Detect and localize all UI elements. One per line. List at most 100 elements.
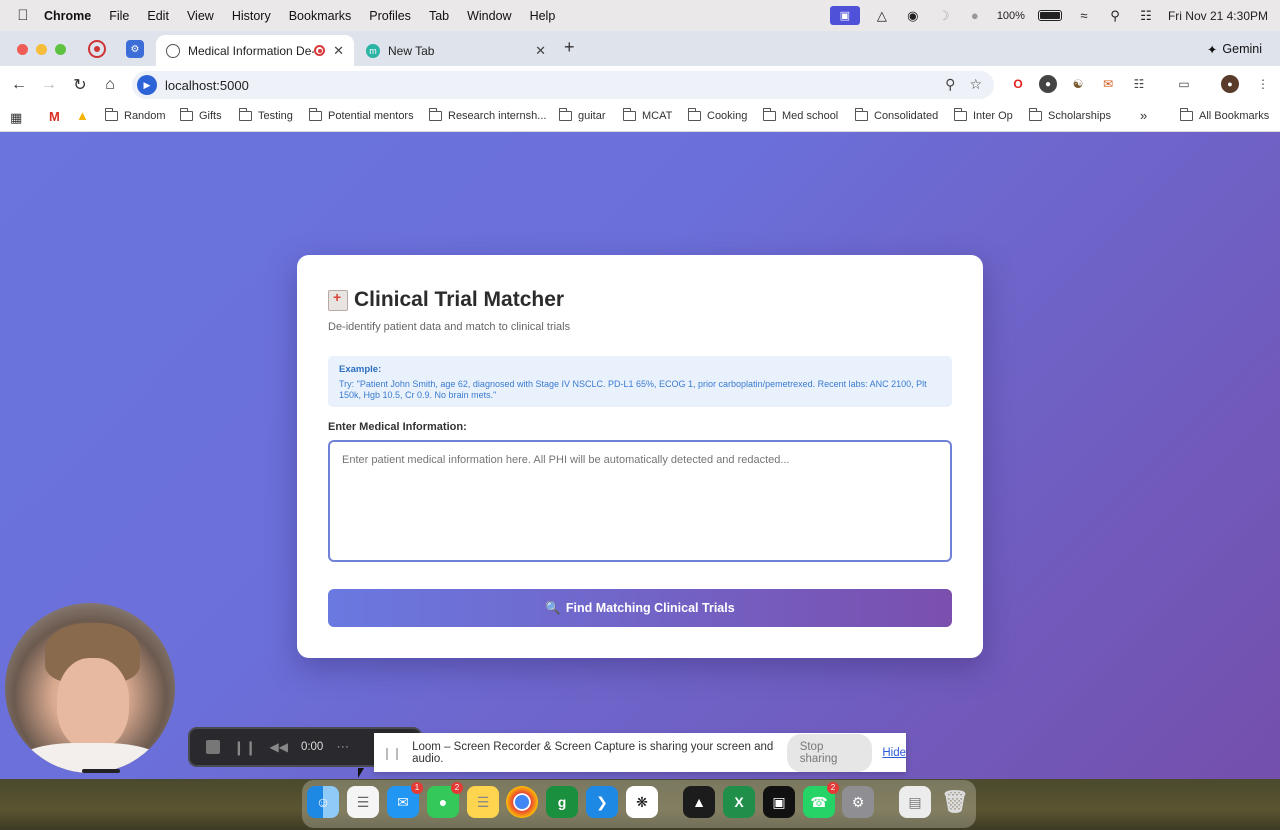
gemini-button[interactable]: ✦ Gemini — [1199, 38, 1270, 60]
minimize-window-button[interactable] — [36, 44, 47, 55]
apps-grid-icon[interactable]: ▦ — [10, 110, 22, 126]
notes-icon[interactable]: ☰ — [467, 786, 499, 818]
extension-icon[interactable]: ☯ — [1069, 75, 1087, 93]
find-trials-button[interactable]: 🔍 Find Matching Clinical Trials — [328, 589, 952, 627]
new-tab-plus-icon[interactable]: + — [564, 37, 575, 58]
reload-icon[interactable]: ↻ — [70, 75, 90, 95]
profile-avatar[interactable]: ● — [1221, 75, 1239, 93]
messages-badge: 2 — [451, 782, 463, 794]
bookmark-gifts[interactable]: Gifts — [180, 108, 222, 122]
bookmark-mcat[interactable]: MCAT — [623, 108, 672, 122]
tab-medical-info[interactable]: Medical Information De-id ✕ — [156, 35, 354, 66]
chrome-menu-icon[interactable]: ⋮ — [1254, 75, 1272, 93]
spotlight-search-icon[interactable]: ⚲ — [1106, 7, 1124, 25]
system-settings-icon[interactable]: ⚙ — [842, 786, 874, 818]
drag-grip-icon[interactable]: ❙❙ — [382, 746, 402, 760]
menu-app-name[interactable]: Chrome — [44, 9, 91, 23]
downloads-stack-icon[interactable]: ▤ — [899, 786, 931, 818]
megaphone-icon[interactable]: ✉ — [1099, 75, 1117, 93]
zoom-magnifier-icon[interactable]: ⚲ — [945, 76, 955, 93]
back-arrow-icon[interactable]: ← — [9, 75, 29, 95]
drag-grid-icon[interactable]: ⋯ — [336, 739, 349, 755]
grammarly-icon[interactable]: ◉ — [904, 7, 922, 25]
bookmark-research-internships[interactable]: Research internsh... — [429, 108, 546, 122]
address-url[interactable]: localhost:5000 — [165, 78, 249, 93]
close-tab-icon[interactable]: ✕ — [535, 43, 546, 59]
pause-icon[interactable]: ❙❙ — [233, 739, 256, 756]
mail-icon[interactable]: ✉ 1 — [387, 782, 423, 818]
bookmark-random[interactable]: Random — [105, 108, 166, 122]
close-window-button[interactable] — [17, 44, 28, 55]
extension-icon[interactable]: ● — [1039, 75, 1057, 93]
menu-bookmarks[interactable]: Bookmarks — [289, 9, 352, 23]
menubar-clock[interactable]: Fri Nov 21 4:30PM — [1168, 9, 1268, 23]
drive-icon[interactable]: △ — [873, 7, 891, 25]
menu-file[interactable]: File — [109, 9, 129, 23]
pinned-record-tab-icon[interactable] — [88, 40, 106, 58]
battery-icon[interactable] — [1037, 10, 1062, 21]
mouse-cursor-icon — [358, 768, 364, 778]
wifi-icon[interactable]: ≈ — [1075, 7, 1093, 25]
folder-icon — [559, 108, 572, 121]
finder-icon[interactable]: ☺ — [307, 786, 339, 818]
pinned-extension-tab-icon[interactable]: ⚙ — [126, 40, 144, 58]
reminders-icon[interactable]: ☰ — [347, 786, 379, 818]
globe-icon[interactable]: ● — [966, 7, 984, 25]
recording-indicator-icon — [314, 45, 326, 56]
bookmark-testing[interactable]: Testing — [239, 108, 293, 122]
side-panel-icon[interactable]: ▭ — [1175, 75, 1193, 93]
web-page: Clinical Trial Matcher De-identify patie… — [0, 132, 1280, 779]
battery-percent: 100% — [996, 9, 1025, 22]
menu-help[interactable]: Help — [530, 9, 556, 23]
arc-icon[interactable]: ▲ — [683, 786, 715, 818]
google-drive-icon[interactable]: ▲ — [76, 108, 89, 123]
chatgpt-icon[interactable]: ❋ — [626, 786, 658, 818]
messages-icon[interactable]: ● 2 — [427, 782, 463, 818]
menu-profiles[interactable]: Profiles — [369, 9, 411, 23]
whatsapp-icon[interactable]: ☎ 2 — [803, 782, 839, 818]
bookmark-scholarships[interactable]: Scholarships — [1029, 108, 1111, 122]
moon-icon[interactable]: ☽ — [935, 7, 953, 25]
close-tab-icon[interactable]: ✕ — [333, 43, 344, 59]
zoom-window-button[interactable] — [55, 44, 66, 55]
menu-history[interactable]: History — [232, 9, 271, 23]
screen-share-icon[interactable]: ▣ — [829, 6, 860, 25]
extensions-puzzle-icon[interactable]: ☷ — [1130, 75, 1148, 93]
bubble-drag-handle[interactable] — [82, 769, 120, 773]
control-center-icon[interactable]: ☷ — [1137, 7, 1155, 25]
bookmark-consolidated[interactable]: Consolidated — [855, 108, 938, 122]
excel-icon[interactable]: X — [723, 786, 755, 818]
more-bookmarks-chevron-icon[interactable]: » — [1140, 108, 1147, 123]
home-icon[interactable]: ⌂ — [100, 75, 120, 95]
folder-icon — [429, 108, 442, 121]
menu-tab[interactable]: Tab — [429, 9, 449, 23]
apple-menu-icon[interactable]:  — [12, 7, 34, 24]
menu-view[interactable]: View — [187, 9, 214, 23]
tab-new-tab[interactable]: m New Tab ✕ — [356, 35, 556, 66]
bookmark-med-school[interactable]: Med school — [763, 108, 838, 122]
stop-recording-icon[interactable] — [206, 740, 220, 754]
site-camera-icon[interactable]: ▶ — [137, 75, 157, 95]
menu-window[interactable]: Window — [467, 9, 511, 23]
bookmark-all-bookmarks[interactable]: All Bookmarks — [1180, 108, 1269, 122]
vscode-icon[interactable]: ❯ — [586, 786, 618, 818]
menu-edit[interactable]: Edit — [147, 9, 169, 23]
address-bar[interactable]: ▶ localhost:5000 ⚲ ☆ — [132, 71, 994, 99]
hide-link[interactable]: Hide — [882, 747, 906, 759]
bookmark-potential-mentors[interactable]: Potential mentors — [309, 108, 414, 122]
rewind-icon[interactable]: ◀◀ — [269, 740, 287, 754]
bookmark-guitar[interactable]: guitar — [559, 108, 606, 122]
bookmark-cooking[interactable]: Cooking — [688, 108, 747, 122]
medical-info-input[interactable] — [328, 440, 952, 562]
bookmark-inter-op[interactable]: Inter Op — [954, 108, 1013, 122]
gmail-icon[interactable]: M — [49, 109, 60, 124]
trash-icon[interactable]: 🗑 — [939, 786, 971, 818]
grammarly-app-icon[interactable]: g — [546, 786, 578, 818]
webcam-bubble[interactable] — [5, 603, 175, 773]
bookmark-star-icon[interactable]: ☆ — [969, 76, 982, 93]
forward-arrow-icon[interactable]: → — [39, 75, 59, 95]
cube-app-icon[interactable]: ▣ — [763, 786, 795, 818]
opera-extension-icon[interactable]: O — [1009, 75, 1027, 93]
chrome-icon[interactable] — [506, 786, 538, 818]
stop-sharing-button[interactable]: Stop sharing — [786, 733, 873, 772]
